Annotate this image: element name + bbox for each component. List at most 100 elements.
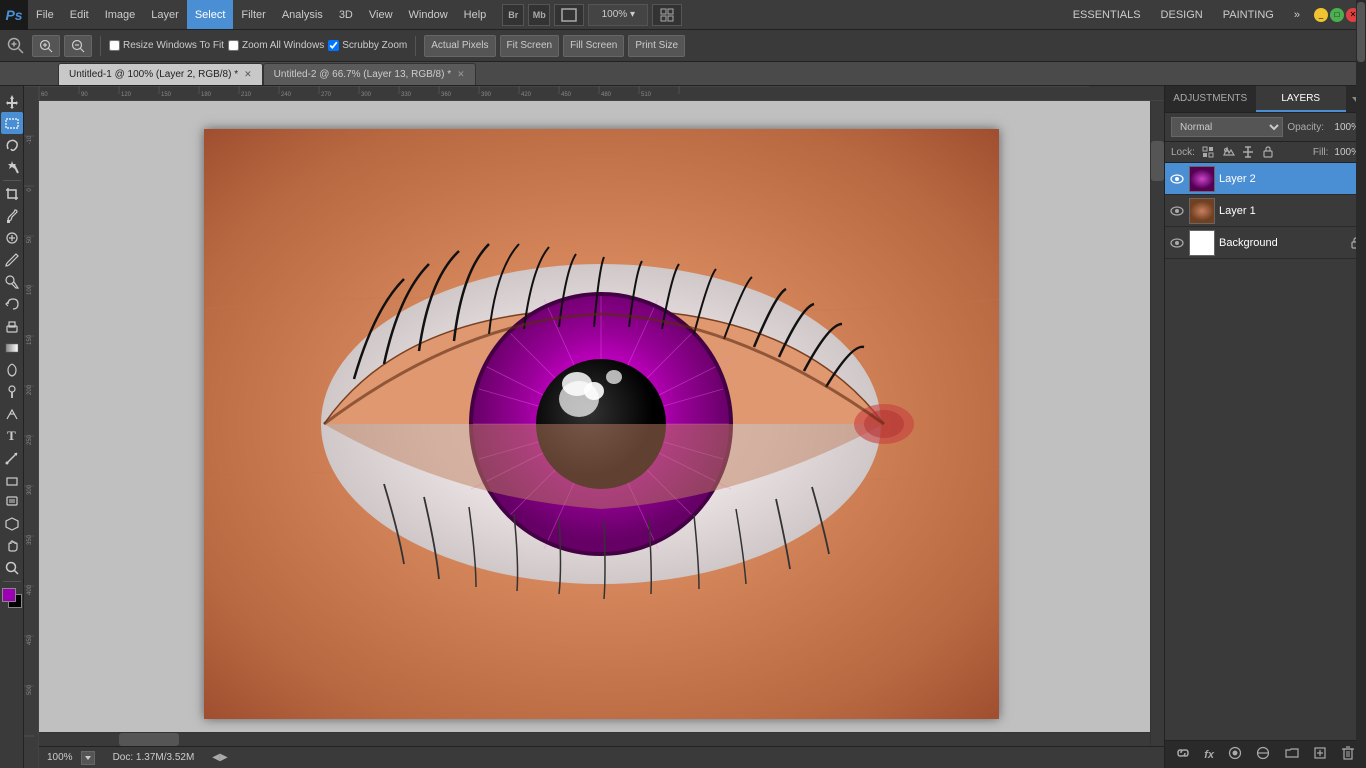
layers-scrollbar[interactable] — [1356, 163, 1366, 740]
shape-tool[interactable] — [1, 469, 23, 491]
svg-text:510: 510 — [641, 92, 652, 98]
eraser-tool[interactable] — [1, 315, 23, 337]
menu-window[interactable]: Window — [401, 0, 456, 29]
fill-screen-btn[interactable]: Fill Screen — [563, 35, 624, 57]
marquee-tool[interactable] — [1, 112, 23, 134]
svg-text:270: 270 — [321, 92, 332, 98]
painting-btn[interactable]: PAINTING — [1215, 7, 1282, 23]
move-tool[interactable] — [1, 90, 23, 112]
add-layer-style-btn[interactable]: fx — [1200, 747, 1218, 763]
zoom-tool-icon[interactable] — [4, 34, 28, 58]
screen-mode-icon[interactable] — [554, 4, 584, 26]
menu-help[interactable]: Help — [456, 0, 495, 29]
svg-text:150: 150 — [161, 92, 172, 98]
layer-item-bg[interactable]: Background — [1165, 227, 1366, 259]
svg-text:150: 150 — [27, 334, 33, 345]
pen-tool[interactable] — [1, 403, 23, 425]
zoom-tool[interactable] — [1, 557, 23, 579]
foreground-color-swatch[interactable] — [2, 588, 16, 602]
heal-tool[interactable] — [1, 227, 23, 249]
hand-tool[interactable] — [1, 535, 23, 557]
menu-filter[interactable]: Filter — [233, 0, 273, 29]
text-tool[interactable]: T — [1, 425, 23, 447]
svg-text:200: 200 — [27, 384, 33, 395]
path-select-tool[interactable] — [1, 447, 23, 469]
minimize-button[interactable]: _ — [1314, 8, 1328, 22]
menu-3d[interactable]: 3D — [331, 0, 361, 29]
add-layer-mask-btn[interactable] — [1224, 744, 1246, 765]
3d-tool[interactable] — [1, 513, 23, 535]
lock-image-icon[interactable] — [1221, 145, 1235, 159]
status-bar: 100% Doc: 1.37M/3.52M ◀ ▶ — [39, 746, 1164, 768]
ruler-left: -10 0 50 100 150 200 250 — [24, 86, 39, 768]
menu-select[interactable]: Select — [187, 0, 234, 29]
layer-1-visibility[interactable] — [1169, 203, 1185, 219]
bg-visibility[interactable] — [1169, 235, 1185, 251]
tab-1-title: Untitled-2 @ 66.7% (Layer 13, RGB/8) * — [274, 69, 451, 80]
fit-screen-btn[interactable]: Fit Screen — [500, 35, 560, 57]
zoom-all-windows-check[interactable]: Zoom All Windows — [228, 40, 324, 51]
tab-0[interactable]: Untitled-1 @ 100% (Layer 2, RGB/8) * ✕ — [58, 63, 263, 85]
magic-wand-tool[interactable] — [1, 156, 23, 178]
note-tool[interactable] — [1, 491, 23, 513]
zoom-level[interactable]: 100% ▾ — [588, 4, 648, 26]
lock-transparency-icon[interactable] — [1201, 145, 1215, 159]
zoom-in-btn[interactable] — [32, 35, 60, 57]
menu-image[interactable]: Image — [97, 0, 144, 29]
more-workspaces-btn[interactable]: » — [1286, 7, 1308, 23]
tab-1[interactable]: Untitled-2 @ 66.7% (Layer 13, RGB/8) * ✕ — [263, 63, 476, 85]
maximize-button[interactable]: □ — [1330, 8, 1344, 22]
nav-left-icon[interactable]: ◀ — [212, 752, 220, 763]
canvas-wrapper[interactable] — [39, 101, 1164, 746]
essentials-btn[interactable]: ESSENTIALS — [1065, 7, 1149, 23]
resize-windows-check[interactable]: Resize Windows To Fit — [109, 40, 224, 51]
scroll-bottom[interactable] — [39, 732, 1150, 746]
color-swatches[interactable] — [2, 588, 22, 608]
menu-analysis[interactable]: Analysis — [274, 0, 331, 29]
layer-2-thumbnail — [1189, 166, 1215, 192]
dodge-tool[interactable] — [1, 381, 23, 403]
new-layer-btn[interactable] — [1309, 744, 1331, 765]
new-group-btn[interactable] — [1281, 744, 1303, 765]
scroll-right[interactable] — [1150, 101, 1164, 746]
actual-pixels-btn[interactable]: Actual Pixels — [424, 35, 495, 57]
menu-file[interactable]: File — [28, 0, 62, 29]
menu-view[interactable]: View — [361, 0, 401, 29]
layer-item-1[interactable]: Layer 1 — [1165, 195, 1366, 227]
lock-all-icon[interactable] — [1261, 145, 1275, 159]
nav-right-icon[interactable]: ▶ — [220, 752, 228, 763]
status-options-btn[interactable] — [81, 751, 95, 765]
brush-tool[interactable] — [1, 249, 23, 271]
layer-2-visibility[interactable] — [1169, 171, 1185, 187]
layer-1-name: Layer 1 — [1219, 205, 1362, 217]
clone-tool[interactable] — [1, 271, 23, 293]
blend-mode-select[interactable]: Normal Multiply Screen Overlay — [1171, 117, 1283, 137]
image-canvas[interactable] — [204, 129, 999, 719]
left-toolbar: T — [0, 86, 24, 768]
lasso-tool[interactable] — [1, 134, 23, 156]
menu-layer[interactable]: Layer — [143, 0, 187, 29]
layers-tab[interactable]: LAYERS — [1256, 86, 1347, 112]
adjustments-tab[interactable]: ADJUSTMENTS — [1165, 86, 1256, 112]
gradient-tool[interactable] — [1, 337, 23, 359]
svg-text:90: 90 — [81, 92, 88, 98]
grid-view-icon[interactable] — [652, 4, 682, 26]
svg-text:450: 450 — [27, 634, 33, 645]
miniBridge-icon[interactable]: Mb — [528, 4, 550, 26]
scrubby-zoom-check[interactable]: Scrubby Zoom — [328, 40, 407, 51]
menu-edit[interactable]: Edit — [62, 0, 97, 29]
tab-0-close[interactable]: ✕ — [244, 69, 252, 80]
eyedropper-tool[interactable] — [1, 205, 23, 227]
blur-tool[interactable] — [1, 359, 23, 381]
tab-1-close[interactable]: ✕ — [457, 69, 465, 80]
design-btn[interactable]: DESIGN — [1153, 7, 1211, 23]
print-size-btn[interactable]: Print Size — [628, 35, 685, 57]
zoom-out-btn[interactable] — [64, 35, 92, 57]
history-brush-tool[interactable] — [1, 293, 23, 315]
lock-position-icon[interactable] — [1241, 145, 1255, 159]
new-adjustment-layer-btn[interactable] — [1252, 744, 1274, 765]
layer-item-2[interactable]: Layer 2 — [1165, 163, 1366, 195]
link-layers-btn[interactable] — [1172, 744, 1194, 765]
bridge-icon[interactable]: Br — [502, 4, 524, 26]
crop-tool[interactable] — [1, 183, 23, 205]
